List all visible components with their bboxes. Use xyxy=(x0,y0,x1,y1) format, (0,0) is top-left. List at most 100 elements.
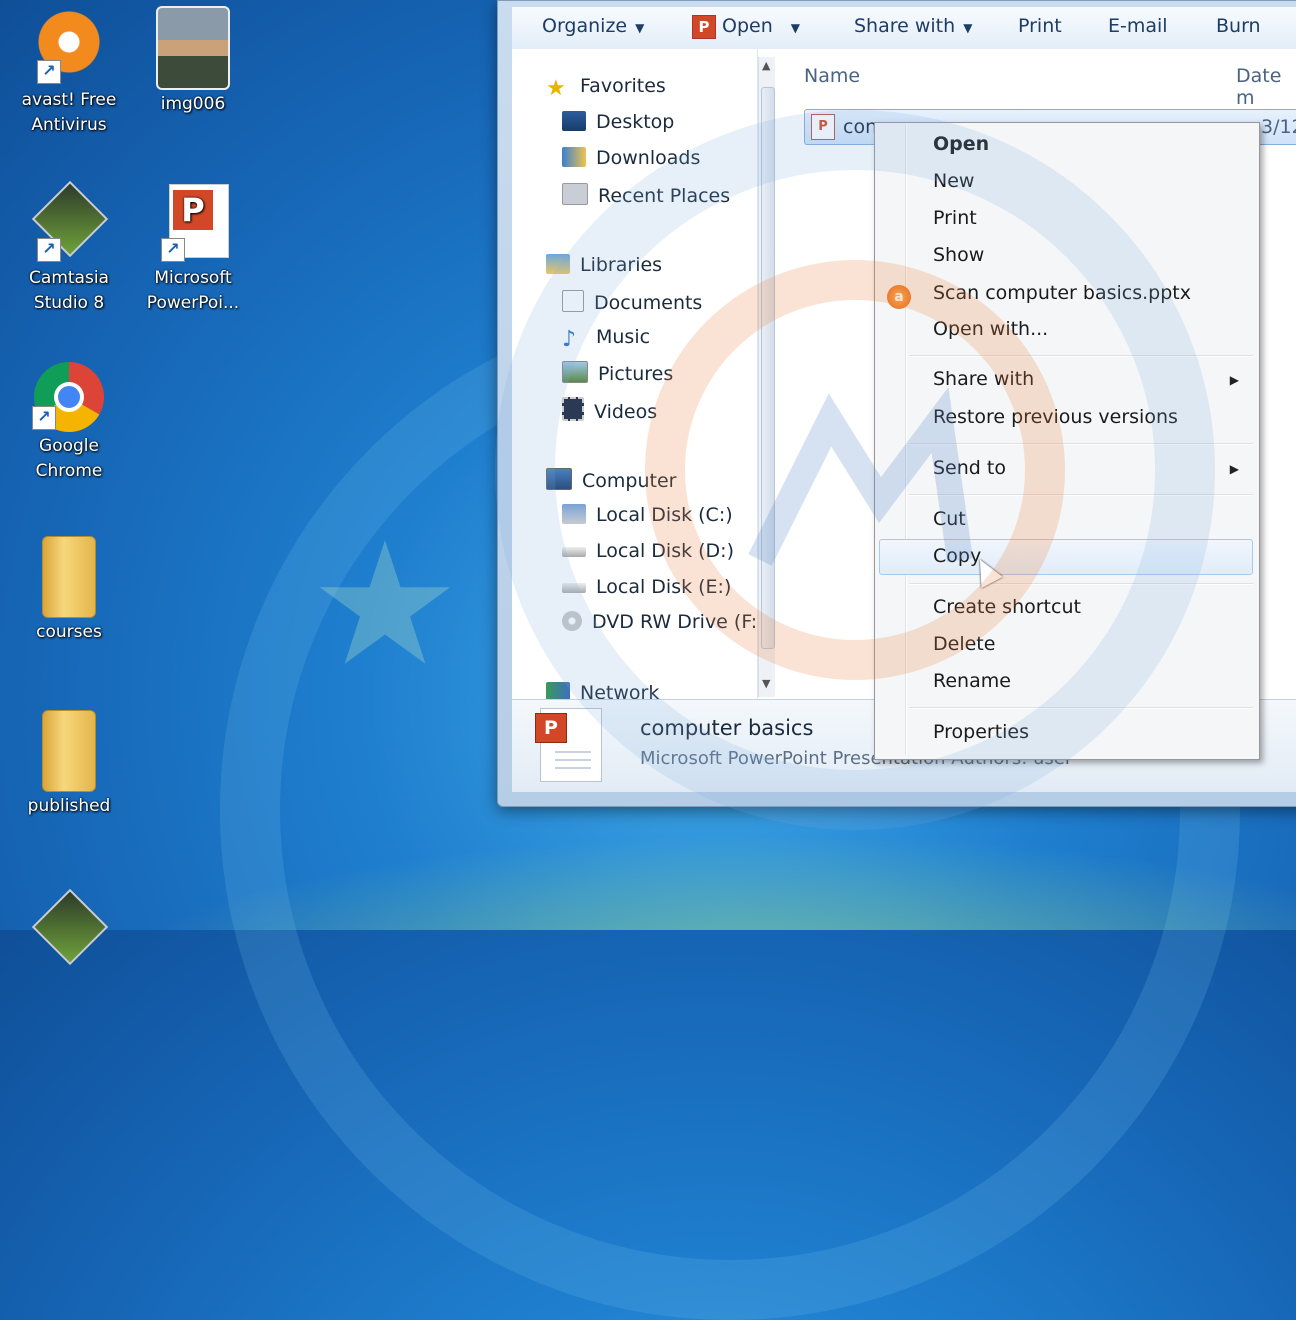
desktop-icon-chrome[interactable]: ↗ Google Chrome xyxy=(14,362,124,484)
star-icon: ★ xyxy=(546,76,566,101)
nav-videos[interactable]: Videos xyxy=(562,397,657,423)
menu-separator xyxy=(909,494,1253,496)
menu-new[interactable]: New xyxy=(933,170,974,192)
menu-print[interactable]: Print xyxy=(933,207,977,229)
file-date: 3/12/2 xyxy=(1261,116,1296,138)
wallpaper-glow xyxy=(0,810,1296,930)
chevron-down-icon: ▼ xyxy=(963,21,973,35)
desktop-icon-label: Antivirus xyxy=(31,115,107,135)
file-name: con xyxy=(843,116,878,138)
menu-properties[interactable]: Properties xyxy=(933,721,1029,743)
wallpaper-star: ★ xyxy=(308,506,462,704)
desktop-icon-published[interactable]: published xyxy=(14,710,124,819)
desktop-icon-partial[interactable] xyxy=(14,888,124,974)
shortcut-arrow-icon: ↗ xyxy=(37,60,61,84)
menu-separator xyxy=(909,443,1253,445)
powerpoint-badge: P xyxy=(535,713,567,743)
chrome-icon: ↗ xyxy=(32,362,104,432)
camtasia-icon xyxy=(31,888,109,972)
context-menu: Open New Print Show a Scan computer basi… xyxy=(874,122,1260,760)
desktop-icon-courses[interactable]: courses xyxy=(14,536,124,645)
nav-dvd[interactable]: DVD RW Drive (F: xyxy=(562,611,757,633)
desktop-icon-label: published xyxy=(27,796,111,816)
menu-separator xyxy=(909,583,1253,585)
nav-scrollbar[interactable]: ▲ ▼ xyxy=(758,57,775,697)
avast-icon: a xyxy=(887,285,911,309)
nav-documents[interactable]: Documents xyxy=(562,290,702,314)
powerpoint-icon: P xyxy=(692,15,716,39)
downloads-icon xyxy=(562,147,586,167)
pictures-icon xyxy=(562,361,588,383)
desktop-icon-camtasia[interactable]: ↗ Camtasia Studio 8 xyxy=(14,180,124,316)
nav-desktop[interactable]: Desktop xyxy=(562,111,674,133)
command-bar: Organize ▼ P Open ▼ Share with ▼ Print E-mai… xyxy=(512,7,1296,50)
nav-disk-c[interactable]: Local Disk (C:) xyxy=(562,504,733,526)
powerpoint-file-icon: P xyxy=(811,114,835,140)
nav-libraries[interactable]: Libraries xyxy=(546,254,662,276)
menu-open-with[interactable]: Open with... xyxy=(933,318,1048,340)
drive-icon xyxy=(562,547,586,557)
documents-icon xyxy=(562,290,584,312)
submenu-arrow-icon: ▶ xyxy=(1229,462,1239,476)
menu-share-with[interactable]: Share with xyxy=(933,368,1243,390)
menu-show[interactable]: Show xyxy=(933,244,984,266)
print-button[interactable]: Print xyxy=(1018,15,1062,37)
menu-delete[interactable]: Delete xyxy=(933,633,995,655)
column-header-date[interactable]: Date m xyxy=(1236,65,1296,109)
menu-open[interactable]: Open xyxy=(933,133,989,155)
burn-button[interactable]: Burn xyxy=(1216,15,1261,37)
videos-icon xyxy=(562,397,584,421)
computer-icon xyxy=(546,468,572,490)
menu-restore[interactable]: Restore previous versions xyxy=(933,406,1178,428)
scroll-up-icon[interactable]: ▲ xyxy=(762,59,770,72)
folder-icon xyxy=(42,710,96,792)
desktop-icon-avast[interactable]: ↗ avast! Free Antivirus xyxy=(14,6,124,138)
nav-recent-places[interactable]: Recent Places xyxy=(562,183,730,207)
open-button[interactable]: P Open ▼ xyxy=(692,15,800,39)
nav-pictures[interactable]: Pictures xyxy=(562,361,673,385)
column-header-name[interactable]: Name xyxy=(804,65,860,87)
shortcut-arrow-icon: ↗ xyxy=(32,406,56,430)
chevron-down-icon: ▼ xyxy=(790,21,800,35)
powerpoint-icon: P ↗ xyxy=(155,184,231,264)
menu-rename[interactable]: Rename xyxy=(933,670,1011,692)
nav-disk-e[interactable]: Local Disk (E:) xyxy=(562,576,731,598)
share-with-button[interactable]: Share with ▼ xyxy=(854,15,972,37)
desktop-icon-powerpoint[interactable]: P ↗ Microsoft PowerPoi... xyxy=(138,184,248,316)
desktop-icon-label: Chrome xyxy=(35,461,103,481)
music-icon: ♪ xyxy=(562,327,577,352)
nav-disk-d[interactable]: Local Disk (D:) xyxy=(562,540,734,562)
desktop-icon-label: Camtasia xyxy=(29,268,109,288)
drive-icon xyxy=(562,583,586,593)
scrollbar-thumb[interactable] xyxy=(761,87,775,649)
menu-separator xyxy=(909,707,1253,709)
menu-send-to[interactable]: Send to xyxy=(933,457,1006,479)
libraries-icon xyxy=(546,254,570,274)
windows-drive-icon xyxy=(562,504,586,524)
menu-separator xyxy=(909,355,1253,357)
nav-music[interactable]: ♪ Music xyxy=(562,326,650,352)
email-button[interactable]: E-mail xyxy=(1108,15,1168,37)
scroll-down-icon[interactable]: ▼ xyxy=(762,677,770,690)
menu-create-shortcut[interactable]: Create shortcut xyxy=(933,596,1081,618)
menu-scan[interactable]: Scan computer basics.pptx xyxy=(933,282,1191,304)
desktop-icon-img006[interactable]: img006 xyxy=(138,6,248,117)
shortcut-arrow-icon: ↗ xyxy=(161,238,185,262)
submenu-arrow-icon: ▶ xyxy=(1229,373,1239,387)
nav-favorites[interactable]: ★ Favorites xyxy=(546,75,666,101)
menu-cut[interactable]: Cut xyxy=(933,508,966,530)
desktop-icon-label: Studio 8 xyxy=(33,293,105,313)
nav-downloads[interactable]: Downloads xyxy=(562,147,700,169)
recent-places-icon xyxy=(562,183,588,205)
nav-computer[interactable]: Computer xyxy=(546,468,676,492)
avast-icon: ↗ xyxy=(31,6,107,86)
desktop-icon-label: PowerPoi... xyxy=(146,293,240,313)
folder-icon xyxy=(42,536,96,618)
desktop-icon-label: Microsoft xyxy=(154,268,232,288)
photo-icon xyxy=(156,6,230,90)
organize-button[interactable]: Organize ▼ xyxy=(542,15,644,37)
navigation-pane: ★ Favorites Desktop Downloads Recent Plac… xyxy=(512,49,758,704)
desktop-icon-label: img006 xyxy=(160,94,226,114)
desktop-icon-label: Google xyxy=(39,436,99,456)
desktop-icon-label: courses xyxy=(36,622,102,642)
